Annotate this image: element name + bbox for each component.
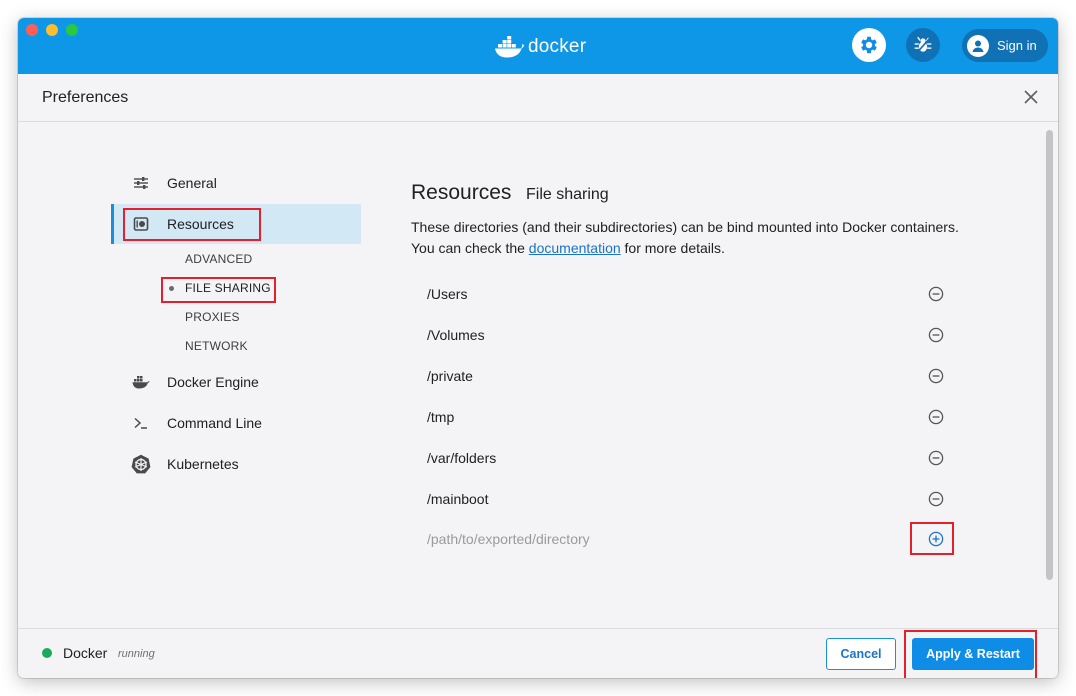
preferences-header: Preferences bbox=[18, 74, 1058, 122]
highlight-box-file-sharing bbox=[161, 277, 276, 303]
add-directory-row: /path/to/exported/directory bbox=[427, 519, 967, 559]
close-icon[interactable] bbox=[1022, 88, 1040, 106]
directory-path: /tmp bbox=[427, 409, 455, 425]
window-maximize-button[interactable] bbox=[66, 24, 78, 36]
bug-icon bbox=[914, 36, 932, 54]
scrollbar-thumb[interactable] bbox=[1046, 130, 1053, 580]
preferences-content: General Resources ADVANCED FILE SHARING … bbox=[18, 123, 1058, 628]
directory-path: /var/folders bbox=[427, 450, 497, 466]
directory-row: /Volumes bbox=[427, 315, 967, 355]
sign-in-label: Sign in bbox=[997, 38, 1037, 53]
sign-in-button[interactable]: Sign in bbox=[962, 29, 1048, 62]
titlebar: docker Sign in bbox=[18, 18, 1058, 74]
sidebar-item-label: General bbox=[167, 175, 217, 191]
window-close-button[interactable] bbox=[26, 24, 38, 36]
sidebar-item-label: Kubernetes bbox=[167, 456, 239, 472]
sidebar-item-label: Command Line bbox=[167, 415, 262, 431]
sidebar-subitem-proxies[interactable]: PROXIES bbox=[185, 307, 240, 327]
docker-preferences-window: docker Sign in Preferences General Resou… bbox=[18, 18, 1058, 678]
logo-text: docker bbox=[528, 36, 587, 57]
status-state: running bbox=[118, 648, 155, 660]
status-indicator-icon bbox=[42, 648, 52, 658]
helm-wheel-icon bbox=[131, 454, 151, 474]
docker-logo: docker bbox=[494, 34, 586, 60]
sidebar-subitem-network[interactable]: NETWORK bbox=[185, 336, 248, 356]
status-footer: Docker running Cancel Apply & Restart bbox=[18, 628, 1058, 678]
sidebar-item-label: Docker Engine bbox=[167, 374, 259, 390]
settings-button[interactable] bbox=[852, 28, 886, 62]
directory-path: /private bbox=[427, 368, 473, 384]
section-subtitle: File sharing bbox=[526, 186, 609, 203]
whale-logo-icon bbox=[495, 36, 524, 58]
cancel-button[interactable]: Cancel bbox=[826, 638, 896, 670]
directory-path: /mainboot bbox=[427, 491, 489, 507]
scrollbar[interactable] bbox=[1044, 126, 1054, 626]
highlight-box-apply bbox=[904, 630, 1037, 678]
highlight-box-resources bbox=[123, 208, 261, 241]
sidebar-subitem-advanced[interactable]: ADVANCED bbox=[185, 249, 252, 269]
remove-directory-icon[interactable] bbox=[927, 490, 945, 508]
sidebar-item-docker-engine[interactable]: Docker Engine bbox=[111, 362, 361, 402]
directory-path: /Users bbox=[427, 286, 468, 302]
sidebar-item-kubernetes[interactable]: Kubernetes bbox=[111, 444, 361, 484]
sliders-icon bbox=[131, 173, 151, 193]
remove-directory-icon[interactable] bbox=[927, 285, 945, 303]
directory-row: /var/folders bbox=[427, 438, 967, 478]
directory-row: /Users bbox=[427, 274, 967, 314]
remove-directory-icon[interactable] bbox=[927, 449, 945, 467]
directory-path: /Volumes bbox=[427, 327, 485, 343]
section-description: These directories (and their subdirector… bbox=[411, 217, 971, 259]
page-title: Preferences bbox=[42, 89, 129, 106]
section-title: Resources bbox=[411, 181, 512, 204]
status-name: Docker bbox=[63, 645, 108, 661]
remove-directory-icon[interactable] bbox=[927, 367, 945, 385]
terminal-icon bbox=[131, 413, 151, 433]
gear-icon bbox=[861, 36, 877, 54]
directory-row: /private bbox=[427, 356, 967, 396]
remove-directory-icon[interactable] bbox=[927, 408, 945, 426]
new-directory-input[interactable]: /path/to/exported/directory bbox=[427, 531, 967, 547]
documentation-link[interactable]: documentation bbox=[529, 240, 621, 256]
whale-icon bbox=[131, 372, 151, 392]
highlight-box-add bbox=[910, 522, 954, 555]
sidebar-item-general[interactable]: General bbox=[111, 163, 361, 203]
description-text-end: for more details. bbox=[620, 240, 725, 256]
window-minimize-button[interactable] bbox=[46, 24, 58, 36]
directory-row: /mainboot bbox=[427, 479, 967, 519]
troubleshoot-button[interactable] bbox=[906, 28, 940, 62]
remove-directory-icon[interactable] bbox=[927, 326, 945, 344]
sidebar-item-command-line[interactable]: Command Line bbox=[111, 403, 361, 443]
directory-row: /tmp bbox=[427, 397, 967, 437]
user-avatar-icon bbox=[967, 34, 989, 57]
